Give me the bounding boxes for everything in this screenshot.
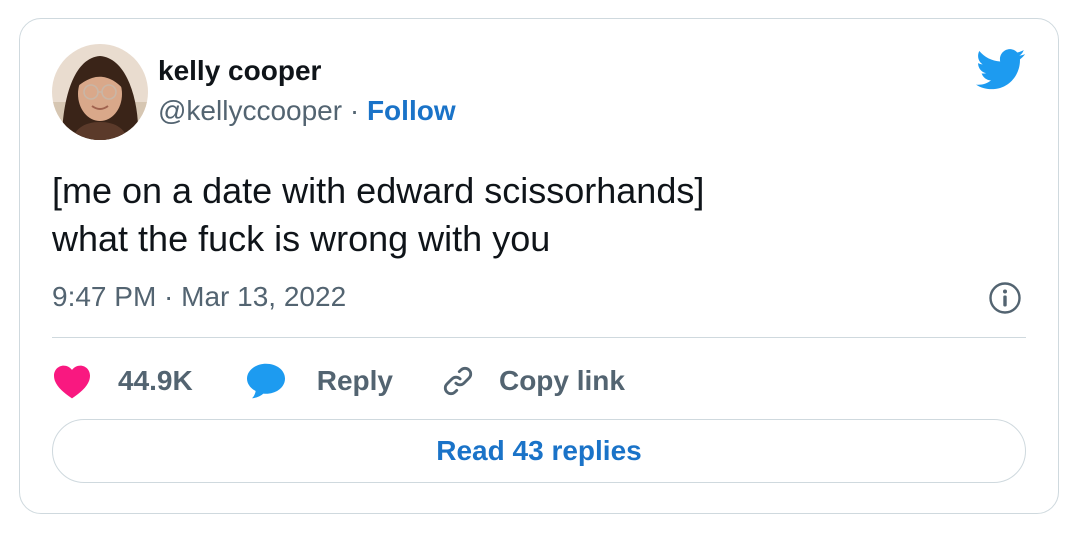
heart-icon xyxy=(52,363,92,399)
read-replies-button[interactable]: Read 43 replies xyxy=(52,419,1026,483)
avatar[interactable] xyxy=(52,44,148,140)
like-count: 44.9K xyxy=(118,365,193,396)
author-handle-line: @kellyccooper · Follow xyxy=(158,95,456,127)
tweet-text: [me on a date with edward scissorhands] … xyxy=(52,170,705,259)
read-replies-label: Read 43 replies xyxy=(436,435,642,466)
tweet-card: kelly cooper @kellyccooper · Follow [me … xyxy=(19,18,1059,514)
like-button[interactable]: 44.9K xyxy=(52,363,193,399)
author-handle[interactable]: @kellyccooper xyxy=(158,95,342,126)
speech-bubble-icon xyxy=(245,362,287,400)
reply-label: Reply xyxy=(316,365,393,396)
copy-link-label: Copy link xyxy=(498,365,625,396)
reply-action[interactable]: Reply xyxy=(245,362,393,400)
action-bar: 44.9K Reply Copy link xyxy=(52,359,625,403)
copy-link-button[interactable]: Copy link xyxy=(441,364,625,398)
follow-button[interactable]: Follow xyxy=(367,95,456,126)
info-icon[interactable] xyxy=(988,281,1022,315)
divider xyxy=(52,337,1026,338)
link-icon xyxy=(441,364,475,398)
twitter-bird-icon[interactable] xyxy=(976,49,1026,91)
tweet-timestamp[interactable]: 9:47 PM · Mar 13, 2022 xyxy=(52,281,346,313)
separator-dot: · xyxy=(349,95,360,126)
author-name[interactable]: kelly cooper xyxy=(158,55,321,87)
